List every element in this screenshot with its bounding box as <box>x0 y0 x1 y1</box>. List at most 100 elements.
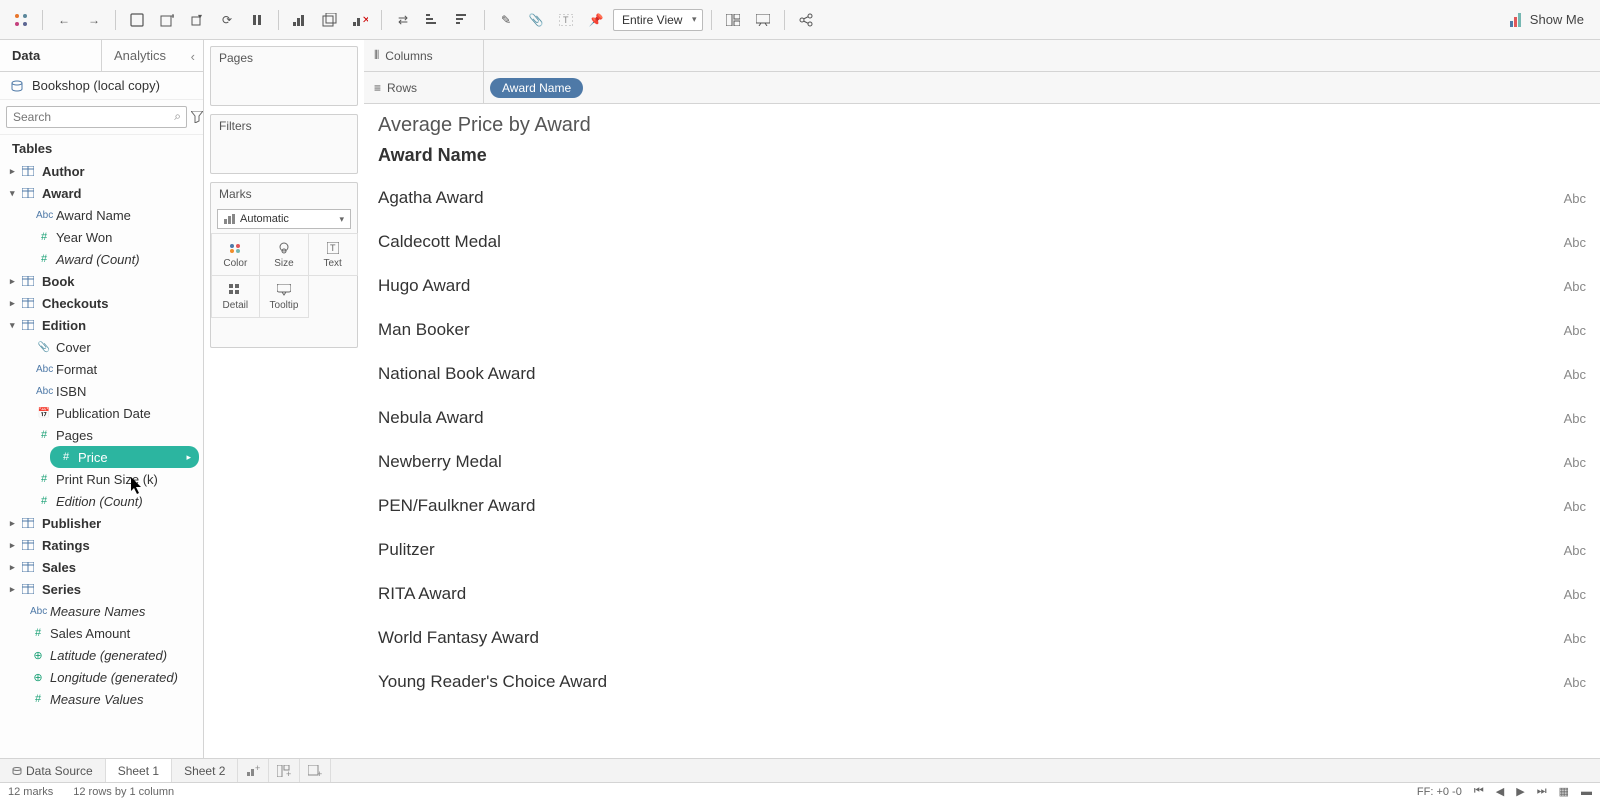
datasource-row[interactable]: Bookshop (local copy) <box>0 72 203 99</box>
nav-first-icon[interactable]: ⏮ <box>1474 785 1484 798</box>
mark-type-selector[interactable]: Automatic <box>217 209 351 229</box>
separator <box>484 10 485 30</box>
collapse-icon[interactable]: ‹ <box>191 49 195 64</box>
search-input[interactable] <box>6 106 187 128</box>
swap-icon[interactable]: ⇄ <box>390 7 416 33</box>
new-worksheet-icon[interactable] <box>287 7 313 33</box>
logo-icon[interactable] <box>8 7 34 33</box>
table-ratings[interactable]: ▸Ratings <box>0 534 203 556</box>
viz-row[interactable]: Hugo AwardAbc <box>378 264 1586 308</box>
pause-icon[interactable] <box>244 7 270 33</box>
field-print-run-size-k-[interactable]: #Print Run Size (k) <box>0 468 203 490</box>
fit-selector[interactable]: Entire View <box>613 9 703 31</box>
field-latitude-generated-[interactable]: ⊕Latitude (generated) <box>0 644 203 666</box>
viz-row[interactable]: Caldecott MedalAbc <box>378 220 1586 264</box>
show-me-button[interactable]: Show Me <box>1502 8 1592 31</box>
viz-row[interactable]: Newberry MedalAbc <box>378 440 1586 484</box>
viz-row[interactable]: World Fantasy AwardAbc <box>378 616 1586 660</box>
detail-button[interactable]: Detail <box>211 275 261 318</box>
back-icon[interactable]: ← <box>51 7 77 33</box>
field-award-count-[interactable]: #Award (Count) <box>0 248 203 270</box>
field-longitude-generated-[interactable]: ⊕Longitude (generated) <box>0 666 203 688</box>
viz-row[interactable]: Agatha AwardAbc <box>378 176 1586 220</box>
color-button[interactable]: Color <box>211 233 261 276</box>
pages-card[interactable]: Pages <box>210 46 358 106</box>
sort-asc-icon[interactable] <box>420 7 446 33</box>
new-dashboard-tab[interactable]: + <box>269 759 300 782</box>
field-measure-names[interactable]: AbcMeasure Names <box>0 600 203 622</box>
text-button[interactable]: TText <box>308 233 358 276</box>
field-measure-values[interactable]: #Measure Values <box>0 688 203 710</box>
filmstrip-icon[interactable]: ▦ <box>1559 785 1569 798</box>
table-sales[interactable]: ▸Sales <box>0 556 203 578</box>
sort-desc-icon[interactable] <box>450 7 476 33</box>
sheet-2-tab[interactable]: Sheet 2 <box>172 759 238 782</box>
sheet-title[interactable]: Average Price by Award <box>378 114 1586 137</box>
viz-row[interactable]: Young Reader's Choice AwardAbc <box>378 660 1586 704</box>
size-button[interactable]: Size <box>259 233 309 276</box>
new-story-tab[interactable]: + <box>300 759 331 782</box>
table-series[interactable]: ▸Series <box>0 578 203 600</box>
automatic-icon <box>224 214 236 224</box>
table-book[interactable]: ▸Book <box>0 270 203 292</box>
viz-row[interactable]: PulitzerAbc <box>378 528 1586 572</box>
refresh-icon[interactable]: ⟳ <box>214 7 240 33</box>
status-bar: 12 marks 12 rows by 1 column FF: +0 -0 ⏮… <box>0 782 1600 800</box>
field-sales-amount[interactable]: #Sales Amount <box>0 622 203 644</box>
share-icon[interactable] <box>793 7 819 33</box>
field-cover[interactable]: 📎Cover <box>0 336 203 358</box>
highlight-icon[interactable]: ✎ <box>493 7 519 33</box>
field-publication-date[interactable]: 📅Publication Date <box>0 402 203 424</box>
showme-icon <box>1510 13 1524 27</box>
table-publisher[interactable]: ▸Publisher <box>0 512 203 534</box>
data-source-tab[interactable]: Data Source <box>0 759 106 782</box>
tab-analytics[interactable]: Analytics ‹ <box>101 40 203 71</box>
slider-icon[interactable]: ▬ <box>1581 786 1592 798</box>
color-icon <box>214 240 258 256</box>
viz-row[interactable]: Nebula AwardAbc <box>378 396 1586 440</box>
tab-analytics-label: Analytics <box>114 48 166 63</box>
field-edition-count-[interactable]: #Edition (Count) <box>0 490 203 512</box>
new-data-icon[interactable] <box>154 7 180 33</box>
fit-label: Entire View <box>622 13 682 27</box>
field-price[interactable]: #Price <box>50 446 199 468</box>
viz-area: ⦀Columns ≡Rows Award Name Average Price … <box>364 40 1600 758</box>
clear-icon[interactable]: ✕ <box>347 7 373 33</box>
pin-icon[interactable]: 📌 <box>583 7 609 33</box>
new-sheet-icon[interactable]: ▾ <box>184 7 210 33</box>
rows-shelf[interactable]: ≡Rows Award Name <box>364 72 1600 104</box>
viz-row[interactable]: National Book AwardAbc <box>378 352 1586 396</box>
viz-row[interactable]: RITA AwardAbc <box>378 572 1586 616</box>
rows-pill-award-name[interactable]: Award Name <box>490 78 583 98</box>
attach-icon[interactable]: 📎 <box>523 7 549 33</box>
viz-row[interactable]: Man BookerAbc <box>378 308 1586 352</box>
columns-shelf[interactable]: ⦀Columns <box>364 40 1600 72</box>
nav-last-icon[interactable]: ⏭ <box>1537 785 1547 798</box>
columns-icon: ⦀ <box>374 48 379 63</box>
present-icon[interactable] <box>750 7 776 33</box>
table-edition[interactable]: ▾Edition <box>0 314 203 336</box>
field-isbn[interactable]: AbcISBN <box>0 380 203 402</box>
field-year-won[interactable]: #Year Won <box>0 226 203 248</box>
nav-next-icon[interactable]: ▶ <box>1516 785 1524 798</box>
filter-icon[interactable] <box>191 108 203 126</box>
duplicate-icon[interactable] <box>317 7 343 33</box>
new-worksheet-tab[interactable]: + <box>238 759 269 782</box>
textbox-icon[interactable]: T <box>553 7 579 33</box>
table-checkouts[interactable]: ▸Checkouts <box>0 292 203 314</box>
field-format[interactable]: AbcFormat <box>0 358 203 380</box>
forward-icon[interactable]: → <box>81 7 107 33</box>
table-award[interactable]: ▾Award <box>0 182 203 204</box>
viz-row[interactable]: PEN/Faulkner AwardAbc <box>378 484 1586 528</box>
tab-data[interactable]: Data <box>0 40 101 71</box>
dashboard-icon[interactable] <box>720 7 746 33</box>
field-pages[interactable]: #Pages <box>0 424 203 446</box>
sheet-1-tab[interactable]: Sheet 1 <box>106 759 172 782</box>
field-award-name[interactable]: AbcAward Name <box>0 204 203 226</box>
tooltip-button[interactable]: Tooltip <box>259 275 309 318</box>
filters-card[interactable]: Filters <box>210 114 358 174</box>
table-author[interactable]: ▸Author <box>0 160 203 182</box>
column-header: Award Name <box>378 145 1586 166</box>
save-icon[interactable] <box>124 7 150 33</box>
nav-prev-icon[interactable]: ◀ <box>1496 785 1504 798</box>
